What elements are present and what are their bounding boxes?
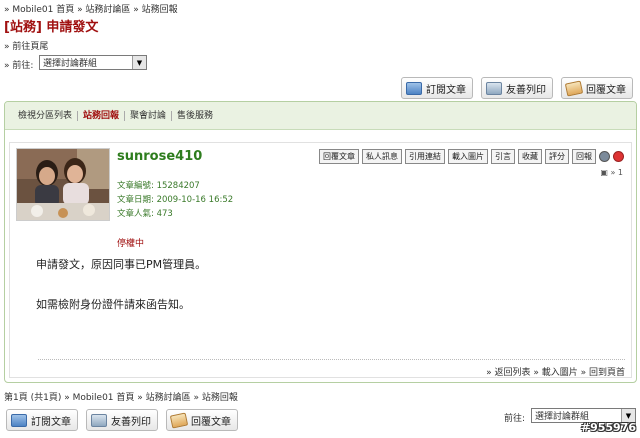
bottom-goto-label: 前往: (504, 414, 526, 424)
tab-site-report[interactable]: 站務回報 (78, 110, 126, 121)
print-button[interactable]: 友善列印 (481, 77, 553, 99)
print-label: 友善列印 (111, 416, 151, 428)
floor-label: » 1 (610, 168, 623, 177)
forum-group-select[interactable]: 選擇討論群組 ▼ (39, 55, 147, 70)
quote-link-button[interactable]: 引用連結 (405, 149, 445, 164)
post-body-line: 申請發文，原因同事已PM管理員。 (36, 258, 207, 271)
post-link-icon: ▣ (600, 168, 608, 177)
chevron-down-icon[interactable]: ▼ (132, 56, 146, 69)
article-date: 文章日期: 2009-10-16 16:52 (117, 195, 234, 205)
post-actions: 回覆文章 私人訊息 引用連結 載入圖片 引言 收藏 評分 回報 (319, 149, 624, 164)
tab-forum-list[interactable]: 檢視分區列表 (13, 110, 79, 121)
subscribe-label: 訂閱文章 (31, 416, 71, 428)
post-divider (38, 359, 625, 360)
post: sunrose410 文章編號: 15284207 文章日期: 2009-10-… (9, 142, 632, 378)
subscribe-icon (406, 81, 422, 95)
load-images-button[interactable]: 載入圖片 (448, 149, 488, 164)
tab-after-sales[interactable]: 售後服務 (172, 111, 218, 121)
print-label: 友善列印 (506, 84, 546, 96)
username[interactable]: sunrose410 (117, 149, 202, 164)
subscribe-button-bottom[interactable]: 訂閱文章 (6, 409, 78, 431)
reply-button[interactable]: 回覆文章 (561, 77, 633, 99)
go-bottom-link[interactable]: » 前往頁尾 (4, 39, 48, 52)
printer-icon (91, 413, 107, 427)
subscribe-label: 訂閱文章 (426, 84, 466, 96)
goto-label: » 前往: (4, 61, 34, 71)
breadcrumb[interactable]: » Mobile01 首頁 » 站務討論區 » 站務回報 (4, 2, 178, 15)
private-message-button[interactable]: 私人訊息 (362, 149, 402, 164)
reply-icon (564, 79, 584, 97)
forum-group-select-value: 選擇討論群組 (43, 59, 98, 69)
reply-icon (169, 411, 189, 429)
reply-button-bottom[interactable]: 回覆文章 (166, 409, 238, 431)
page-title: [站務] 申請發文 (4, 20, 99, 35)
floor-number[interactable]: ▣ » 1 (600, 168, 623, 177)
post-footer-links[interactable]: » 返回列表 » 載入圖片 » 回到頁首 (486, 365, 625, 378)
quote-button[interactable]: 引言 (491, 149, 515, 164)
post-body-line: 如需檢附身份證件請來函告知。 (36, 298, 190, 311)
reply-label: 回覆文章 (586, 84, 626, 96)
tab-meetups[interactable]: 聚會討論 (125, 110, 173, 121)
report-button[interactable]: 回報 (572, 149, 596, 164)
avatar-photo (17, 149, 109, 220)
subscribe-button[interactable]: 訂閱文章 (401, 77, 473, 99)
printer-icon (486, 81, 502, 95)
bottom-breadcrumb[interactable]: 第1頁 (共1頁) » Mobile01 首頁 » 站務討論區 » 站務回報 (4, 390, 238, 403)
subscribe-icon (11, 413, 27, 427)
avatar[interactable] (16, 148, 110, 221)
print-button-bottom[interactable]: 友善列印 (86, 409, 158, 431)
watermark: #955976 (580, 421, 636, 434)
reply-post-button[interactable]: 回覆文章 (319, 149, 359, 164)
thread-panel: 檢視分區列表 站務回報 聚會討論 售後服務 sunrose410 文章編號: 1… (4, 101, 637, 383)
forum-tabs: 檢視分區列表 站務回報 聚會討論 售後服務 (5, 102, 636, 130)
status-badge: 停權中 (117, 239, 145, 249)
edit-icon[interactable] (599, 151, 610, 162)
article-popularity: 文章人氣: 473 (117, 209, 173, 219)
delete-icon[interactable] (613, 151, 624, 162)
rate-button[interactable]: 評分 (545, 149, 569, 164)
favorite-button[interactable]: 收藏 (518, 149, 542, 164)
reply-label: 回覆文章 (191, 416, 231, 428)
article-id: 文章編號: 15284207 (117, 181, 200, 191)
